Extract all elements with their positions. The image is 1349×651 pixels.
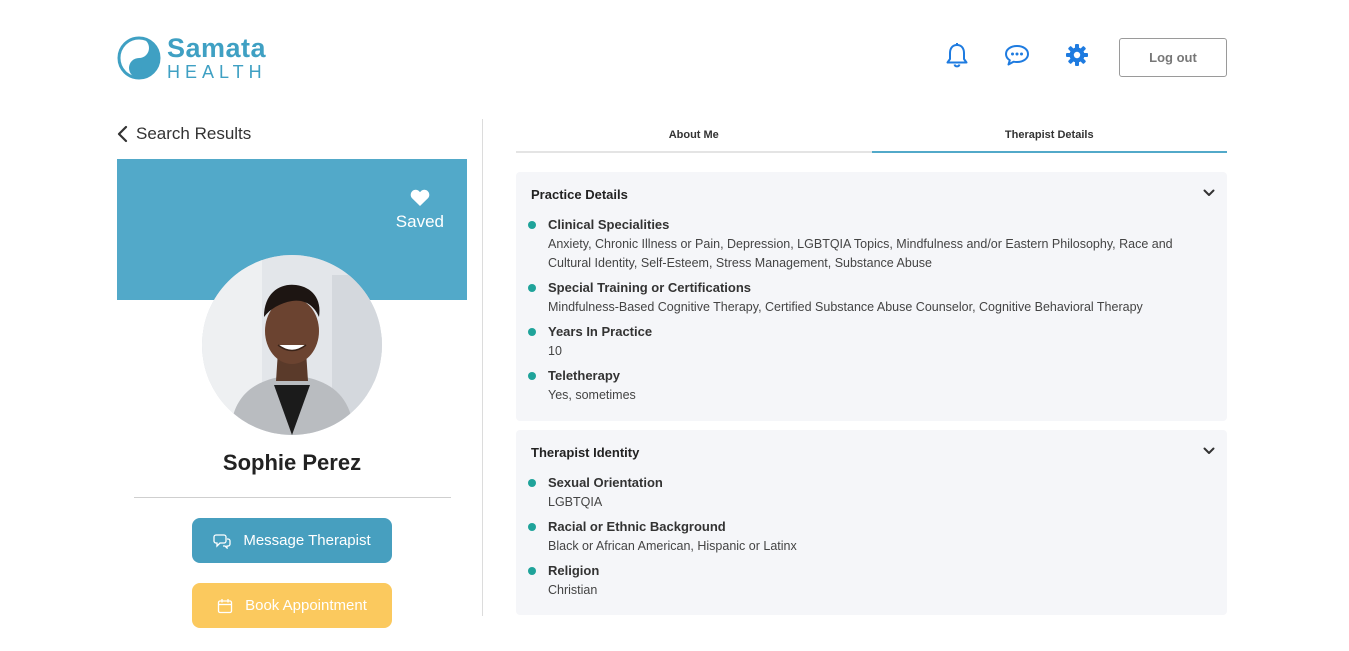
heart-icon xyxy=(410,189,430,206)
bullet-dot xyxy=(528,328,536,336)
item-value: Christian xyxy=(548,583,598,597)
item-value: LGBTQIA xyxy=(548,495,603,509)
item-value: Yes, sometimes xyxy=(548,388,636,402)
item-label: Clinical Specialities xyxy=(548,217,670,232)
bell-icon[interactable] xyxy=(944,42,970,68)
back-link-label: Search Results xyxy=(136,124,252,143)
bullet-dot xyxy=(528,479,536,487)
gear-icon[interactable] xyxy=(1064,42,1090,68)
column-divider xyxy=(482,119,483,616)
yin-yang-logo-icon xyxy=(117,36,161,80)
list-item: Religion Christian xyxy=(528,563,1207,600)
saved-toggle[interactable]: Saved xyxy=(396,189,444,232)
therapist-photo xyxy=(202,255,382,435)
section-title: Practice Details xyxy=(531,187,628,202)
back-to-search-link[interactable]: Search Results xyxy=(117,124,251,144)
logout-button[interactable]: Log out xyxy=(1119,38,1227,77)
chat-icon[interactable] xyxy=(1004,42,1030,68)
message-therapist-button[interactable]: Message Therapist xyxy=(192,518,392,563)
item-value: Mindfulness-Based Cognitive Therapy, Cer… xyxy=(548,300,1143,314)
item-label: Special Training or Certifications xyxy=(548,280,751,295)
therapist-profile-page: Samata HEALTH Log out Search Results Sav… xyxy=(0,0,1349,651)
list-item: Racial or Ethnic Background Black or Afr… xyxy=(528,519,1207,556)
brand-subtitle: HEALTH xyxy=(167,62,267,82)
list-item: Teletherapy Yes, sometimes xyxy=(528,368,1207,405)
chevron-down-icon[interactable] xyxy=(1203,189,1215,197)
section-title: Therapist Identity xyxy=(531,445,640,460)
header-actions xyxy=(944,42,1090,68)
divider xyxy=(134,497,451,498)
calendar-icon xyxy=(217,598,233,613)
brand-logo[interactable]: Samata HEALTH xyxy=(117,35,267,81)
profile-tabs: About Me Therapist Details xyxy=(516,119,1227,153)
list-item: Years In Practice 10 xyxy=(528,324,1207,361)
list-item: Clinical Specialities Anxiety, Chronic I… xyxy=(528,217,1207,273)
message-icon xyxy=(213,533,231,549)
tab-about-me[interactable]: About Me xyxy=(516,119,872,151)
bullet-dot xyxy=(528,221,536,229)
bullet-dot xyxy=(528,284,536,292)
item-label: Teletherapy xyxy=(548,368,621,383)
item-value: Anxiety, Chronic Illness or Pain, Depres… xyxy=(548,237,1173,270)
item-value: 10 xyxy=(548,344,562,358)
chevron-down-icon[interactable] xyxy=(1203,447,1215,455)
book-appointment-button[interactable]: Book Appointment xyxy=(192,583,392,628)
practice-details-section: Practice Details Clinical Specialities A… xyxy=(516,172,1227,421)
message-button-label: Message Therapist xyxy=(243,532,371,549)
therapist-avatar xyxy=(202,255,382,435)
item-label: Sexual Orientation xyxy=(548,475,663,490)
list-item: Special Training or Certifications Mindf… xyxy=(528,280,1207,317)
therapist-identity-section: Therapist Identity Sexual Orientation LG… xyxy=(516,430,1227,615)
bullet-dot xyxy=(528,372,536,380)
item-value: Black or African American, Hispanic or L… xyxy=(548,539,797,553)
bullet-dot xyxy=(528,523,536,531)
item-label: Years In Practice xyxy=(548,324,653,339)
tab-therapist-details[interactable]: Therapist Details xyxy=(871,119,1228,153)
therapist-name: Sophie Perez xyxy=(222,450,362,475)
bullet-dot xyxy=(528,567,536,575)
item-label: Religion xyxy=(548,563,600,578)
brand-name: Samata xyxy=(167,33,267,63)
saved-label: Saved xyxy=(395,212,444,231)
list-item: Sexual Orientation LGBTQIA xyxy=(528,475,1207,512)
item-label: Racial or Ethnic Background xyxy=(548,519,726,534)
book-button-label: Book Appointment xyxy=(245,597,367,614)
chevron-left-icon xyxy=(117,125,128,143)
